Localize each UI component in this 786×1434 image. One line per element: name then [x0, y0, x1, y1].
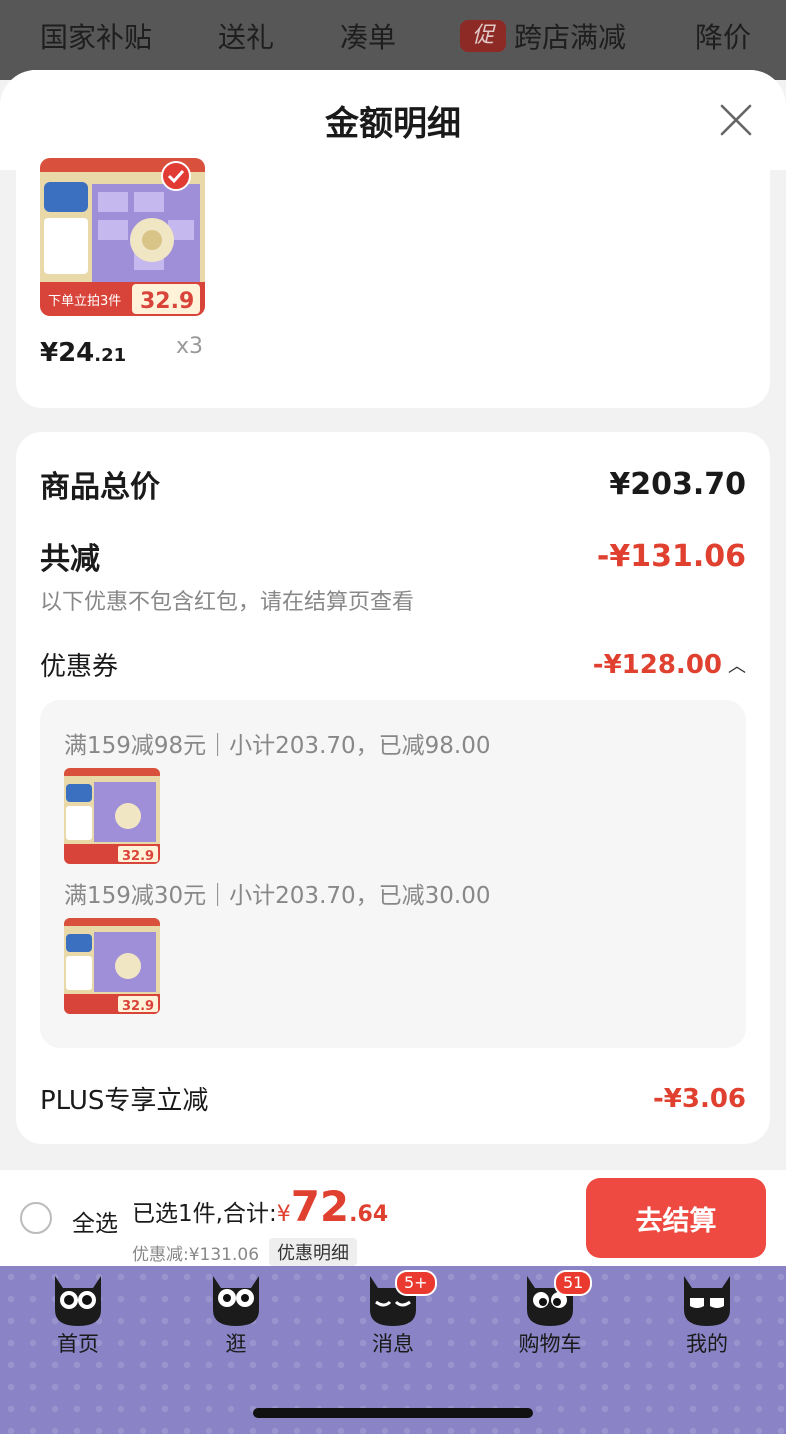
tab-label: 跨店满减	[514, 21, 627, 54]
tissue-thumbnail: 32.9	[64, 918, 160, 1014]
tab-label: 首页	[57, 1332, 99, 1356]
total-reduce-label: 共减	[40, 542, 100, 577]
total-reduce-row: 共减 -¥131.06	[40, 534, 746, 578]
tab-label: 购物车	[518, 1332, 582, 1356]
cat-home-icon	[55, 1276, 101, 1326]
select-all-label[interactable]: 全选	[72, 1204, 118, 1238]
cat-profile-icon	[684, 1276, 730, 1326]
image-banner-text: 下单立拍3件	[48, 294, 121, 309]
plus-discount-label: PLUS专享立减	[40, 1086, 209, 1116]
tab-label: 我的	[686, 1332, 728, 1356]
coupon-product-image[interactable]: 32.9	[64, 768, 160, 864]
message-badge: 5+	[395, 1270, 437, 1296]
svg-text:32.9: 32.9	[122, 849, 154, 864]
sheet-title: 金额明细	[325, 103, 461, 144]
checkout-bar: 全选 已选1件,合计: ¥ 72 .64 优惠减:¥131.06 优惠明细 去结…	[0, 1170, 786, 1266]
tab-profile[interactable]: 我的	[657, 1266, 757, 1358]
tab-home[interactable]: 首页	[28, 1266, 128, 1358]
amount-detail-sheet: 金额明细 下单立拍3件 32.9 ¥24.21 x3 商品总价 ¥203.70 …	[0, 70, 786, 1170]
checkout-button[interactable]: 去结算	[586, 1178, 766, 1258]
coupon-amount: -¥128.00	[592, 649, 722, 680]
tab-label: 消息	[372, 1332, 414, 1356]
cart-badge: 51	[554, 1270, 593, 1296]
chevron-up-icon[interactable]: ︿	[728, 652, 746, 678]
tab-label: 国家补贴	[40, 21, 153, 54]
tab-label: 凑单	[340, 21, 397, 54]
product-quantity: x3	[176, 334, 204, 359]
selected-total: 已选1件,合计: ¥ 72 .64	[132, 1182, 388, 1231]
tab-add-on[interactable]: 凑单	[340, 16, 396, 56]
total-price-row: 商品总价 ¥203.70	[40, 462, 746, 506]
tab-label: 降价	[695, 21, 752, 54]
discount-detail-button[interactable]: 优惠明细	[269, 1238, 358, 1266]
tab-gift[interactable]: 送礼	[218, 16, 274, 56]
tab-label: 送礼	[218, 21, 275, 54]
svg-text:32.9: 32.9	[140, 289, 194, 314]
plus-discount-row: PLUS专享立减 -¥3.06	[40, 1080, 746, 1117]
tab-national-subsidy[interactable]: 国家补贴	[40, 16, 152, 56]
product-card: 下单立拍3件 32.9 ¥24.21 x3	[16, 158, 770, 408]
red-packet-note: 以下优惠不包含红包，请在结算页查看	[40, 590, 415, 615]
total-integer: 72	[290, 1182, 350, 1231]
coupon-label: 优惠券	[40, 652, 119, 682]
discount-text: 优惠减:¥131.06	[132, 1244, 260, 1265]
cat-explore-icon	[213, 1276, 259, 1326]
plus-discount-value: -¥3.06	[652, 1083, 746, 1114]
close-icon[interactable]	[718, 102, 754, 138]
coupon-row[interactable]: 优惠券 -¥128.00 ︿	[40, 646, 746, 683]
svg-text:32.9: 32.9	[122, 999, 154, 1014]
currency-symbol: ¥	[276, 1202, 291, 1227]
select-all-checkbox[interactable]	[20, 1202, 52, 1234]
tab-label: 逛	[225, 1332, 247, 1356]
product-image[interactable]: 下单立拍3件 32.9	[40, 158, 205, 316]
promo-icon: 促	[460, 20, 506, 52]
tab-cart[interactable]: 51 购物车	[500, 1266, 600, 1358]
tab-price-drop[interactable]: 降价	[695, 16, 751, 56]
tab-messages[interactable]: 5+ 消息	[343, 1266, 443, 1358]
tissue-product-image: 下单立拍3件 32.9	[40, 158, 205, 316]
total-reduce-value: -¥131.06	[596, 538, 746, 574]
discount-summary: 优惠减:¥131.06 优惠明细	[132, 1238, 358, 1266]
tissue-thumbnail: 32.9	[64, 768, 160, 864]
tab-explore[interactable]: 逛	[186, 1266, 286, 1358]
total-price-label: 商品总价	[40, 470, 160, 505]
coupon-item-text: 满159减30元｜小计203.70，已减30.00	[64, 883, 491, 909]
coupon-list: 满159减98元｜小计203.70，已减98.00 32.9 满159减30元｜…	[40, 700, 746, 1048]
home-indicator	[253, 1408, 533, 1418]
coupon-item-text: 满159减98元｜小计203.70，已减98.00	[64, 733, 491, 759]
price-detail-card: 商品总价 ¥203.70 共减 -¥131.06 以下优惠不包含红包，请在结算页…	[16, 432, 770, 1144]
sheet-header: 金额明细	[0, 70, 786, 170]
coupon-product-image[interactable]: 32.9	[64, 918, 160, 1014]
total-price-value: ¥203.70	[609, 466, 746, 502]
total-decimal: .64	[349, 1202, 389, 1227]
tab-cross-store-discount[interactable]: 促 跨店满减	[460, 16, 626, 56]
selected-count-text: 已选1件,合计:	[132, 1201, 277, 1227]
category-bar: 国家补贴 送礼 凑单 促 跨店满减 降价	[0, 0, 786, 80]
coupon-value: -¥128.00 ︿	[593, 650, 746, 680]
product-price: ¥24.21	[40, 338, 127, 368]
